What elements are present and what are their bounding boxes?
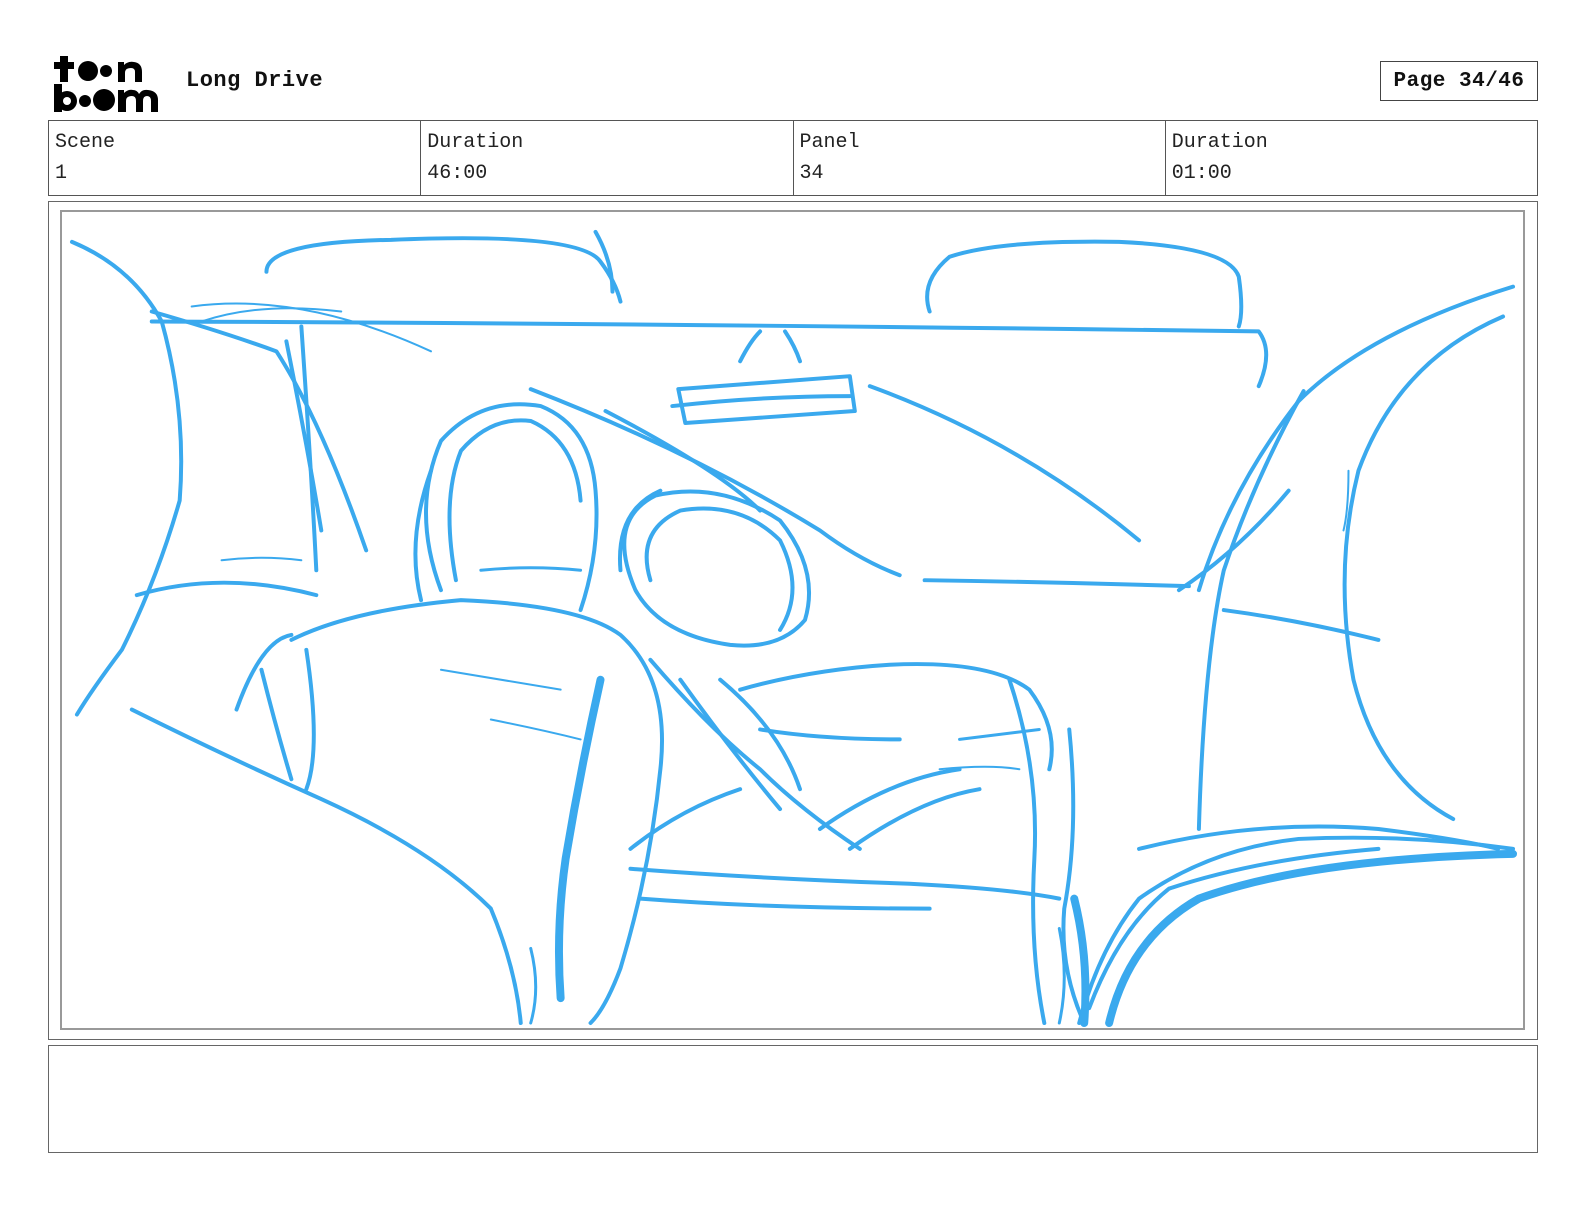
scene-cell: Scene 1 xyxy=(49,121,422,195)
scene-duration-label: Duration xyxy=(427,131,524,154)
panel-duration-value: 01:00 xyxy=(1171,162,1232,185)
info-bar: Scene 1 Duration 46:00 Panel 34 Duration… xyxy=(48,120,1538,196)
panel-label: Panel xyxy=(799,131,860,154)
panel-image xyxy=(60,210,1525,1030)
toonboom-logo xyxy=(52,52,164,114)
toonboom-logo-icon xyxy=(54,56,158,112)
sketch-car-interior-image xyxy=(69,229,1518,1028)
panel-duration-cell: Duration 01:00 xyxy=(1166,121,1537,195)
scene-value: 1 xyxy=(55,162,68,185)
panel-cell: Panel 34 xyxy=(794,121,1166,195)
panel-duration-label: Duration xyxy=(1171,131,1268,154)
panel-frame xyxy=(48,201,1538,1040)
scene-label: Scene xyxy=(55,131,116,154)
page-label: Page 34/46 xyxy=(1393,69,1525,93)
scene-duration-cell: Duration 46:00 xyxy=(421,121,794,195)
panel-notes-box xyxy=(48,1045,1538,1153)
project-title: Long Drive xyxy=(186,68,324,93)
panel-value: 34 xyxy=(799,162,824,185)
page-indicator: Page 34/46 xyxy=(1380,61,1538,101)
scene-duration-value: 46:00 xyxy=(427,162,488,185)
